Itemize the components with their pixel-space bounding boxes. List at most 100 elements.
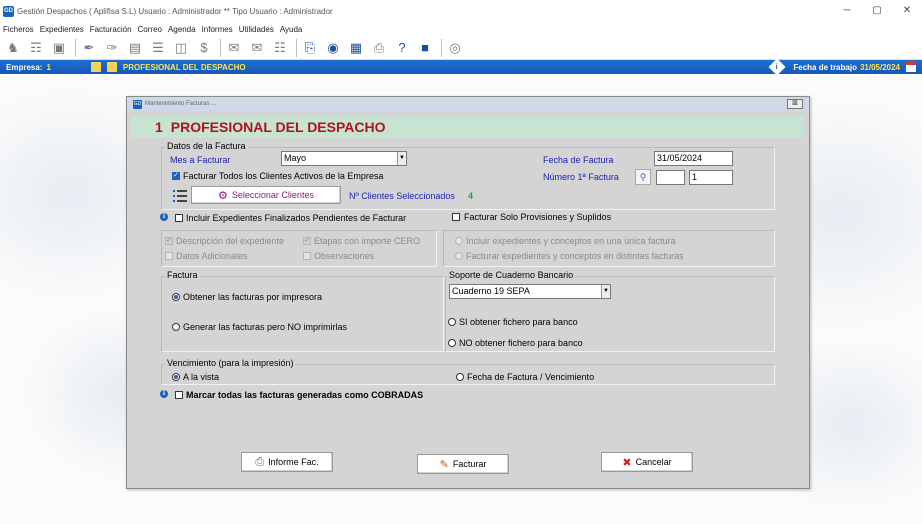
menu-utilidades[interactable]: Utilidades [239,25,274,34]
exit-icon[interactable]: ◎ [445,38,465,58]
observaciones-checkbox[interactable] [303,252,311,260]
numero-factura-field[interactable]: 1 [689,170,733,185]
maximize-button[interactable]: ▢ [862,0,892,22]
info-icon[interactable]: i [160,213,168,221]
menu-correo[interactable]: Correo [138,25,162,34]
money-bag-icon[interactable]: $ [194,38,214,58]
mail-icon[interactable]: ✉ [224,38,244,58]
toolbar-separator [441,38,442,57]
calendar-icon[interactable] [906,62,916,72]
etapas-cero-label: Etapas con importe CERO [314,236,421,246]
factura-group [161,276,444,352]
mes-facturar-value: Mayo [284,153,307,163]
globe-icon[interactable]: ◉ [323,38,343,58]
mes-facturar-select[interactable]: Mayo ▼ [281,151,407,166]
si-fichero-radio[interactable] [448,318,456,326]
marcar-cobradas-label: Marcar todas las facturas generadas como… [186,390,424,400]
empresa-bar: Empresa: 1 PROFESIONAL DEL DESPACHO i Fe… [0,58,922,76]
descripcion-checkbox[interactable] [165,236,173,245]
chevron-down-icon[interactable]: ▼ [397,152,406,165]
close-window-button[interactable]: ✕ [892,0,922,22]
facturar-button[interactable]: ✎ Facturar [417,454,509,474]
folder-icon[interactable]: ▣ [49,38,69,58]
fecha-factura-label: Fecha de Factura [543,155,614,165]
menu-informes[interactable]: Informes [202,25,233,34]
minimize-button[interactable]: ─ [832,0,862,22]
book-icon[interactable]: ■ [415,38,435,58]
info-icon[interactable]: i [768,58,786,76]
vencimiento-group-label: Vencimiento (para la impresión) [165,358,296,368]
signature-icon[interactable]: ✒ [79,38,99,58]
no-imprimir-radio[interactable] [172,323,180,331]
seleccionar-clientes-button[interactable]: ⚙ Seleccionar Clientes [191,186,341,204]
incluir-finalizados-checkbox[interactable] [175,214,183,222]
menu-facturacion[interactable]: Facturación [90,25,132,34]
a-la-vista-radio[interactable] [172,373,180,381]
cuaderno-select[interactable]: Cuaderno 19 SEPA ▼ [449,284,611,299]
solo-provisiones-checkbox[interactable] [452,213,460,221]
fecha-trabajo-value: 31/05/2024 [859,62,900,72]
invoice-icon: ✎ [439,458,449,471]
documents-icon[interactable]: ▤ [125,38,145,58]
seleccionar-clientes-label: Seleccionar Clientes [231,190,314,200]
chevron-down-icon[interactable]: ▼ [601,285,610,298]
no-fichero-label: NO obtener fichero para banco [459,338,583,348]
printer-icon: ⎙ [255,455,265,468]
menu-agenda[interactable]: Agenda [168,25,196,34]
cancelar-label: Cancelar [635,457,672,467]
mail-open-icon[interactable]: ✉ [247,38,267,58]
datos-adicionales-checkbox[interactable] [165,252,173,260]
menu-expedientes[interactable]: Expedientes [40,25,84,34]
report-icon[interactable]: ⎘ [300,38,320,58]
files-icon[interactable]: ☶ [26,38,46,58]
cancelar-button[interactable]: ✖ Cancelar [601,452,693,472]
window-title: Gestión Despachos ( Aplifisa S.L) Usuari… [17,6,333,16]
facturas-dialog: GD Mantenimiento Facturas ... ⊠ 1 PROFES… [126,96,810,489]
menu-ayuda[interactable]: Ayuda [280,25,303,34]
numero-serie-field[interactable] [656,170,685,185]
fecha-vencimiento-radio[interactable] [456,373,464,381]
dialog-close-button[interactable]: ⊠ [787,99,803,109]
clients-icon[interactable]: ♞ [3,38,23,58]
facturar-todos-checkbox[interactable] [172,171,180,180]
marcar-cobradas-checkbox[interactable] [175,391,183,399]
no-fichero-radio[interactable] [448,339,456,347]
unica-factura-radio[interactable] [455,237,463,245]
search-icon[interactable]: ⚲ [635,169,651,185]
informe-fac-button[interactable]: ⎙ Informe Fac. [241,452,333,472]
num-clientes-value: 4 [468,191,474,201]
distintas-facturas-radio[interactable] [455,252,463,260]
fecha-factura-field[interactable]: 31/05/2024 [654,151,733,166]
obtener-impresora-radio[interactable] [172,293,180,301]
toolbar: ♞ ☶ ▣ ✒ ✑ ▤ ☰ ◫ $ ✉ ✉ ☷ ⎘ ◉ ▦ ⎙ ? ■ ◎ [0,36,922,60]
num-clientes-label: Nº Clientes Seleccionados [349,191,455,201]
calculator-icon[interactable]: ▦ [346,38,366,58]
info-icon[interactable]: i [160,390,168,398]
list-icon[interactable] [173,189,187,203]
edit-icon[interactable]: ✑ [102,38,122,58]
cuaderno-value: Cuaderno 19 SEPA [452,286,530,296]
datos-adicionales-label: Datos Adicionales [176,251,248,261]
help-icon[interactable]: ? [392,38,412,58]
printer-icon[interactable]: ⎙ [369,38,389,58]
empresa-label: Empresa: [6,62,43,72]
factura-group-label: Factura [165,270,200,280]
agenda-icon[interactable]: ☷ [270,38,290,58]
dialog-header: 1 PROFESIONAL DEL DESPACHO [131,116,804,138]
company-folder-icon[interactable] [106,62,117,72]
toolbar-separator [220,38,221,57]
etapas-cero-checkbox[interactable] [303,236,311,245]
soporte-group-label: Soporte de Cuaderno Bancario [447,270,576,280]
stack-icon[interactable]: ☰ [148,38,168,58]
a-la-vista-label: A la vista [183,372,220,382]
dialog-app-icon: GD [133,99,142,109]
header-company-name: PROFESIONAL DEL DESPACHO [170,119,386,135]
observaciones-label: Observaciones [314,251,375,261]
unica-factura-label: Incluir expedientes y conceptos en una ú… [466,236,676,246]
menu-ficheros[interactable]: Ficheros [3,25,34,34]
archive-icon[interactable]: ◫ [171,38,191,58]
toolbar-separator [75,38,76,57]
notes-icon[interactable] [90,62,101,72]
numero-factura-label: Número 1ª Factura [543,172,619,182]
solo-provisiones-label: Facturar Solo Provisiones y Suplidos [464,212,612,222]
